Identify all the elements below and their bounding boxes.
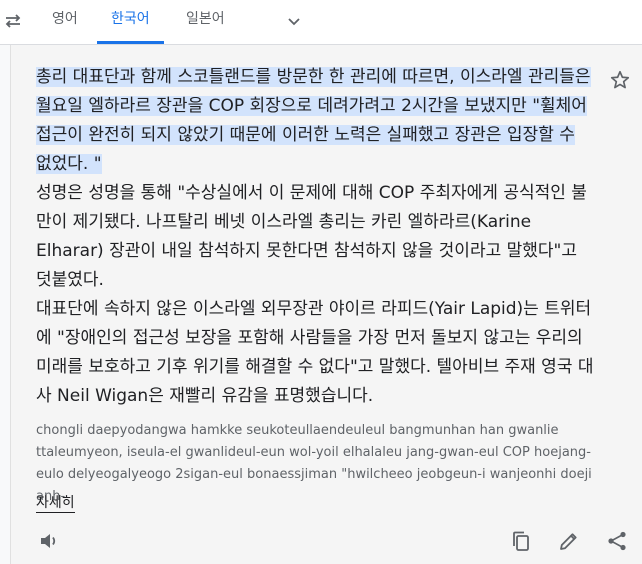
tab-japanese[interactable]: 일본어: [172, 0, 239, 44]
chevron-down-icon: [288, 18, 300, 26]
more-languages-button[interactable]: [282, 9, 306, 33]
share-button[interactable]: [605, 529, 629, 553]
translation-paragraph-1: 성명은 성명을 통해 "수상실에서 이 문제에 대해 COP 주최자에게 공식적…: [36, 183, 587, 290]
more-link[interactable]: 자세히: [36, 494, 75, 513]
translation-text[interactable]: 총리 대표단과 함께 스코틀랜드를 방문한 한 관리에 따르면, 이스라엘 관리…: [36, 63, 594, 411]
save-translation-button[interactable]: [609, 69, 631, 91]
share-icon: [608, 531, 626, 551]
edit-button[interactable]: [557, 529, 581, 553]
star-outline-icon: [610, 70, 630, 89]
tab-english[interactable]: 영어: [38, 0, 92, 44]
translation-paragraph-2: 대표단에 속하지 않은 이스라엘 외무장관 야이르 라피드(Yair Lapid…: [36, 299, 594, 406]
swap-icon: [5, 14, 21, 28]
copy-button[interactable]: [509, 529, 533, 553]
translation-panel: 총리 대표단과 함께 스코틀랜드를 방문한 한 관리에 따르면, 이스라엘 관리…: [10, 45, 642, 564]
swap-languages-button[interactable]: [2, 10, 24, 32]
romanization-text: chongli daepyodangwa hamkke seukoteullae…: [36, 423, 592, 504]
highlighted-sentence: 총리 대표단과 함께 스코틀랜드를 방문한 한 관리에 따르면, 이스라엘 관리…: [36, 67, 591, 174]
listen-button[interactable]: [37, 529, 61, 553]
copy-icon: [513, 531, 529, 551]
language-bar: 영어 한국어 일본어: [0, 0, 642, 45]
edit-icon: [560, 533, 577, 550]
tab-korean[interactable]: 한국어: [97, 0, 164, 44]
speaker-icon: [41, 534, 56, 548]
